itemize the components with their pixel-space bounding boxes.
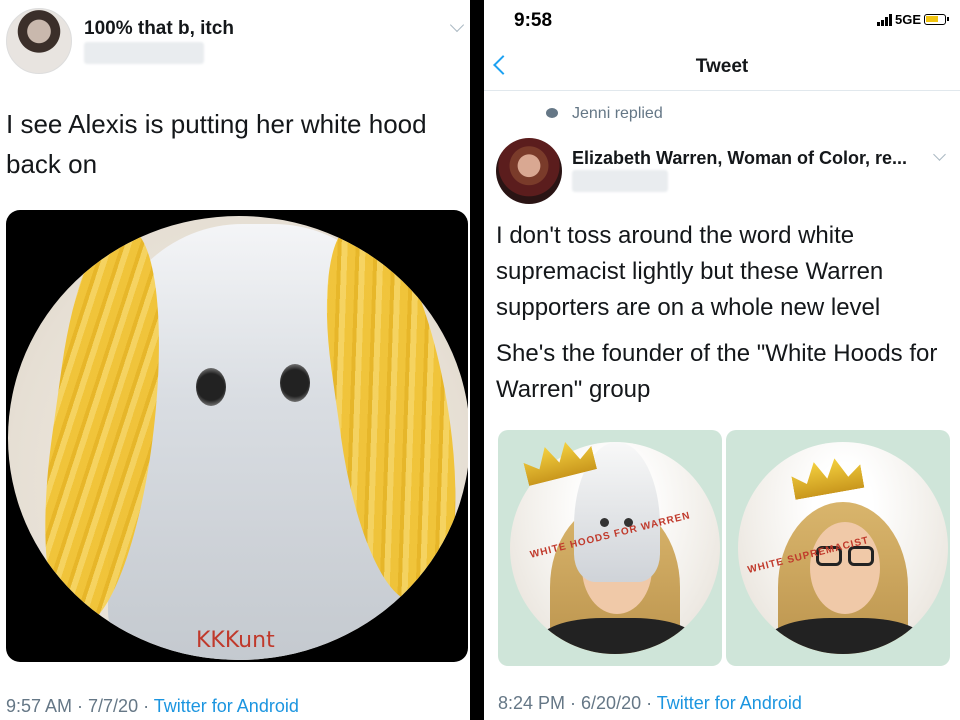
tweet-text-2: She's the founder of the "White Hoods fo… — [496, 340, 938, 403]
chevron-down-icon[interactable] — [449, 17, 465, 33]
tweet-image[interactable]: KKKunt — [6, 210, 468, 662]
face — [810, 522, 880, 614]
source-link[interactable]: Twitter for Android — [154, 696, 299, 716]
eye-hole — [196, 368, 226, 406]
image-caption: KKKunt — [196, 628, 275, 653]
tweet-meta: 8:24 PM · 6/20/20 · Twitter for Android — [498, 693, 802, 713]
page-title: Tweet — [695, 56, 749, 77]
left-tweet: 100% that b, itch I see Alexis is puttin… — [0, 0, 470, 720]
timestamp[interactable]: 9:57 AM · 7/7/20 — [6, 696, 138, 716]
eye-hole — [600, 518, 609, 527]
shirt — [766, 618, 926, 654]
timestamp[interactable]: 8:24 PM · 6/20/20 — [498, 693, 641, 713]
display-name[interactable]: 100% that b, itch — [84, 18, 234, 40]
tweet-image-1[interactable]: WHITE HOODS FOR WARREN — [498, 430, 722, 666]
divider — [484, 90, 960, 91]
blurred-handle — [572, 170, 668, 192]
chevron-down-icon[interactable] — [933, 148, 946, 161]
status-bar-icons: 5GE — [876, 12, 949, 27]
tweet-meta: 9:57 AM · 7/7/20 · Twitter for Android — [6, 696, 299, 716]
battery-icon — [924, 14, 949, 25]
shirt — [538, 618, 698, 654]
eye-hole — [280, 364, 310, 402]
signal-icon — [876, 13, 892, 26]
display-name[interactable]: Elizabeth Warren, Woman of Color, re... — [572, 148, 907, 169]
profile-photo-circle: KKKunt — [8, 216, 468, 660]
tweet-text: I see Alexis is putting her white hood b… — [6, 109, 427, 179]
right-tweet: 9:58 5GE Tweet Jenni replied Elizabeth W… — [484, 0, 960, 720]
source-link[interactable]: Twitter for Android — [657, 693, 802, 713]
replied-label[interactable]: Jenni replied — [572, 105, 663, 123]
avatar[interactable] — [6, 8, 72, 74]
tweet-text: I don't toss around the word white supre… — [496, 222, 884, 321]
blurred-handle — [84, 42, 204, 64]
avatar[interactable] — [496, 138, 562, 204]
speech-bubble-icon — [546, 108, 558, 118]
network-label: 5GE — [894, 12, 921, 27]
tweet-image-2[interactable]: WHITE SUPREMACIST — [726, 430, 950, 666]
status-time: 9:58 — [514, 10, 553, 31]
